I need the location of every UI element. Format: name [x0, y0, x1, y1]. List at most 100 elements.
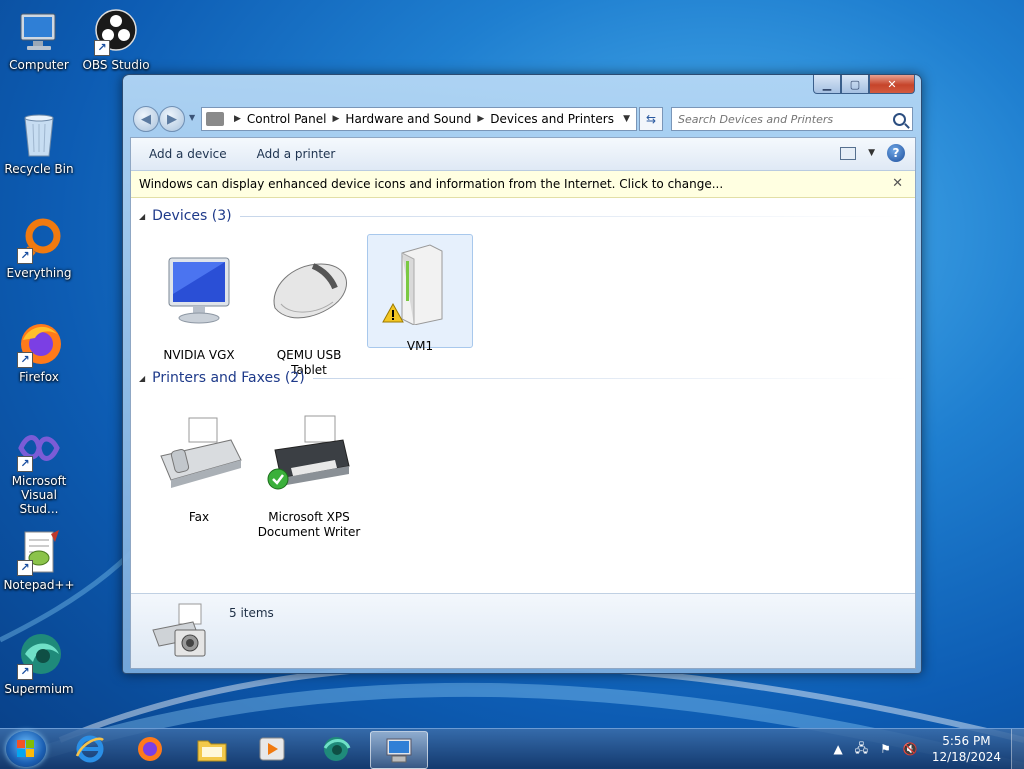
desktop-icon-label: OBS Studio — [82, 58, 150, 72]
refresh-button[interactable]: ⇆ — [639, 107, 663, 131]
monitor-icon — [151, 248, 247, 344]
desktop-icon-visual-studio[interactable]: ↗ Microsoft Visual Stud... — [1, 424, 77, 516]
breadcrumb-hardware-and-sound[interactable]: Hardware and Sound — [345, 112, 471, 126]
back-button[interactable]: ◀ — [133, 106, 159, 132]
breadcrumb-control-panel[interactable]: Control Panel — [247, 112, 327, 126]
group-title: Printers and Faxes (2) — [152, 370, 305, 386]
search-box[interactable] — [671, 107, 913, 131]
desktop-icon-notepad-plus-plus[interactable]: ↗ Notepad++ — [1, 528, 77, 592]
recycle-bin-icon — [15, 112, 63, 160]
view-controls: ▼ ? — [840, 144, 905, 162]
help-icon[interactable]: ? — [887, 144, 905, 162]
maximize-button[interactable]: ▢ — [841, 75, 869, 94]
desktop-icon-label: Recycle Bin — [4, 162, 74, 176]
desktop-icon-firefox[interactable]: ↗ Firefox — [1, 320, 77, 384]
desktop-icon-recycle-bin[interactable]: Recycle Bin — [1, 112, 77, 176]
taskbar-supermium[interactable] — [308, 731, 364, 767]
action-center-flag-icon[interactable]: ⚑ — [880, 742, 891, 756]
internet-explorer-icon — [75, 735, 104, 763]
collapse-triangle-icon[interactable]: ◢ — [139, 374, 145, 383]
address-dropdown-icon[interactable]: ▼ — [617, 114, 636, 124]
shortcut-arrow-icon: ↗ — [17, 248, 33, 264]
network-icon[interactable]: 🖧 — [855, 739, 868, 760]
warning-icon — [382, 303, 404, 323]
desktop-icon-supermium[interactable]: ↗ Supermium — [1, 632, 77, 696]
printer-microsoft-xps-document-writer[interactable]: Microsoft XPS Document Writer — [257, 410, 361, 540]
recent-pages-dropdown[interactable]: ▼ — [189, 113, 195, 122]
windows-logo-icon — [17, 740, 34, 757]
info-bar[interactable]: Windows can display enhanced device icon… — [131, 171, 915, 198]
shortcut-arrow-icon: ↗ — [17, 664, 33, 680]
details-pane: 5 items — [131, 593, 915, 668]
close-infobar-icon[interactable]: ✕ — [892, 176, 903, 191]
everything-search-icon: ↗ — [15, 216, 63, 264]
group-divider — [239, 215, 909, 217]
taskbar-firefox[interactable] — [122, 731, 178, 767]
address-bar[interactable]: ▶ Control Panel ▶ Hardware and Sound ▶ D… — [201, 107, 637, 131]
supermium-icon: ↗ — [15, 632, 63, 680]
desktop-icon-label: Supermium — [4, 682, 74, 696]
device-vm1[interactable]: VM1 — [367, 234, 473, 353]
taskbar-file-explorer[interactable] — [184, 731, 240, 767]
desktop-icon-everything[interactable]: ↗ Everything — [1, 216, 77, 280]
search-input[interactable] — [672, 111, 880, 127]
search-icon[interactable] — [893, 112, 906, 126]
breadcrumb-devices-and-printers[interactable]: Devices and Printers — [490, 112, 614, 126]
desktop-icon-label: Microsoft Visual Stud... — [11, 474, 67, 516]
volume-muted-icon[interactable]: 🔇 — [903, 742, 918, 756]
group-header-devices[interactable]: ◢ Devices (3) — [139, 208, 909, 224]
add-printer-button[interactable]: Add a printer — [239, 147, 348, 161]
system-tray: ▲ 🖧 ⚑ 🔇 5:56 PM 12/18/2024 — [827, 729, 1024, 769]
taskbar-devices-and-printers[interactable] — [370, 731, 428, 769]
printer-icon — [261, 410, 357, 506]
caption-buttons: ▁ ▢ ✕ — [813, 75, 915, 94]
group-header-printers-and-faxes[interactable]: ◢ Printers and Faxes (2) — [139, 370, 909, 386]
taskbar-internet-explorer[interactable] — [62, 731, 118, 767]
add-device-button[interactable]: Add a device — [131, 147, 239, 161]
info-bar-text[interactable]: Windows can display enhanced device icon… — [139, 177, 723, 191]
breadcrumb-separator-icon[interactable]: ▶ — [477, 114, 484, 124]
navigation-bar: ◀ ▶ ▼ ▶ Control Panel ▶ Hardware and Sou… — [131, 105, 913, 132]
device-qemu-usb-tablet[interactable]: QEMU USB Tablet — [257, 248, 361, 378]
device-nvidia-vgx[interactable]: NVIDIA VGX — [147, 248, 251, 363]
visual-studio-icon: ↗ — [15, 424, 63, 472]
content-pane: Add a device Add a printer ▼ ? Windows c… — [130, 137, 916, 669]
desktop-icon-label: Computer — [9, 58, 69, 72]
device-name: NVIDIA VGX — [163, 348, 235, 362]
desktop-icon-obs-studio[interactable]: ↗ OBS Studio — [78, 8, 154, 72]
show-desktop-button[interactable] — [1011, 729, 1024, 769]
obs-studio-icon: ↗ — [92, 8, 140, 56]
desktop-icon-computer[interactable]: Computer — [1, 8, 77, 72]
printer-fax[interactable]: Fax — [147, 410, 251, 525]
shortcut-arrow-icon: ↗ — [94, 40, 110, 56]
close-button[interactable]: ✕ — [869, 75, 915, 94]
shortcut-arrow-icon: ↗ — [17, 352, 33, 368]
group-divider — [312, 377, 909, 379]
breadcrumb-separator-icon[interactable]: ▶ — [234, 114, 241, 124]
devices-printers-icon — [206, 112, 224, 126]
show-hidden-icons-icon[interactable]: ▲ — [833, 742, 842, 756]
clock-date: 12/18/2024 — [931, 750, 1001, 764]
computer-tower-icon — [372, 239, 468, 335]
media-player-icon — [259, 737, 285, 761]
firefox-icon — [138, 737, 162, 761]
breadcrumb-separator-icon[interactable]: ▶ — [333, 114, 340, 124]
desktop-icon-label: Everything — [6, 266, 72, 280]
devices-and-printers-icon — [152, 603, 206, 657]
minimize-button[interactable]: ▁ — [813, 75, 841, 94]
forward-button[interactable]: ▶ — [159, 106, 185, 132]
mouse-icon — [261, 248, 357, 344]
taskbar-media-player[interactable] — [244, 731, 300, 767]
printer-name: Fax — [188, 510, 210, 524]
taskbar: ▲ 🖧 ⚑ 🔇 5:56 PM 12/18/2024 — [0, 728, 1024, 769]
firefox-icon: ↗ — [15, 320, 63, 368]
clock[interactable]: 5:56 PM 12/18/2024 — [932, 733, 1001, 765]
change-view-icon[interactable] — [840, 146, 857, 160]
fax-icon — [151, 410, 247, 506]
desktop-icon-label: Notepad++ — [3, 578, 75, 592]
devices-and-printers-window: ▁ ▢ ✕ ◀ ▶ ▼ ▶ Control Panel ▶ Hardware a… — [122, 74, 922, 674]
view-options-dropdown-icon[interactable]: ▼ — [868, 148, 875, 158]
collapse-triangle-icon[interactable]: ◢ — [139, 212, 145, 221]
start-button[interactable] — [6, 731, 46, 767]
device-name: VM1 — [406, 339, 434, 353]
